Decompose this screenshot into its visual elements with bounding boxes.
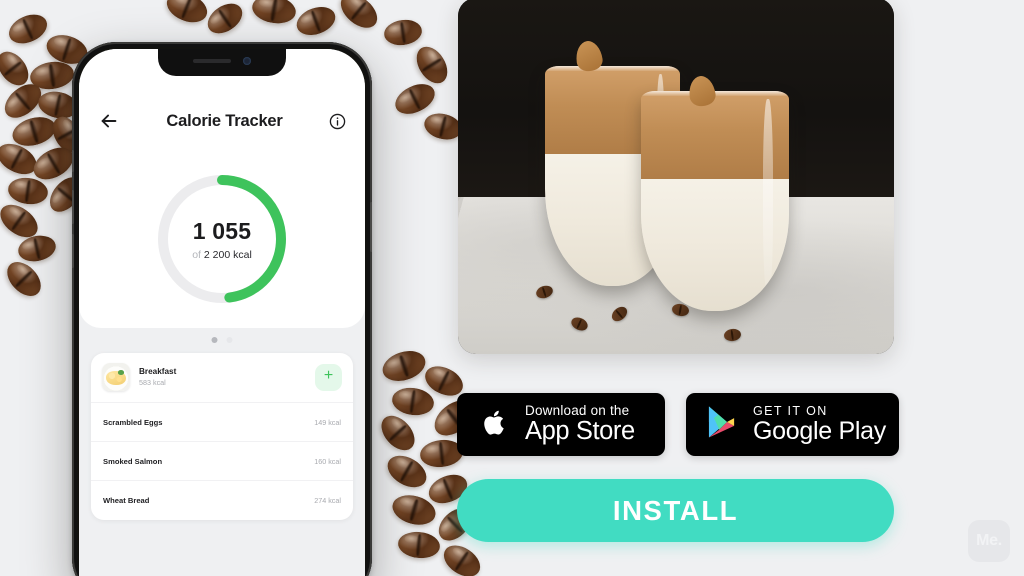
calorie-ring-labels: 1 055 of 2 200 kcal: [154, 171, 290, 307]
brand-watermark: Me.: [968, 520, 1010, 562]
page-title: Calorie Tracker: [166, 111, 283, 130]
phone-volume-down-button[interactable]: [72, 234, 74, 268]
pager-dot-1[interactable]: [211, 337, 218, 343]
calorie-goal-prefix: of: [192, 248, 201, 261]
food-kcal: 274 kcal: [314, 496, 341, 505]
calorie-goal: of 2 200 kcal: [192, 249, 252, 261]
phone-silent-switch[interactable]: [72, 150, 74, 172]
app-store-title: App Store: [525, 417, 635, 446]
dalgona-coffee-photo: [458, 0, 894, 354]
front-camera-icon: [243, 57, 251, 65]
scrambled-eggs-plate-icon: [102, 363, 130, 391]
meal-header-row[interactable]: Breakfast 583 kcal +: [91, 353, 353, 403]
table-row[interactable]: Smoked Salmon 160 kcal: [91, 442, 353, 481]
table-row[interactable]: Wheat Bread 274 kcal: [91, 481, 353, 520]
apple-logo-icon: [478, 406, 511, 444]
meal-card: Breakfast 583 kcal + Scrambled Eggs 149 …: [91, 353, 353, 520]
app-store-subtitle: Download on the: [525, 402, 630, 418]
pager-dot-2[interactable]: [226, 337, 233, 343]
phone-notch: [158, 49, 286, 76]
food-name: Wheat Bread: [103, 496, 150, 505]
back-arrow-icon[interactable]: [98, 110, 120, 132]
calorie-value: 1 055: [192, 217, 252, 244]
google-play-title: Google Play: [753, 417, 886, 446]
google-play-triangle-icon: [707, 405, 738, 444]
phone-power-button[interactable]: [370, 202, 372, 252]
food-name: Smoked Salmon: [103, 456, 163, 466]
phone-mockup: Calorie Tracker 1 055 of 2 200 kcal Brea…: [72, 42, 372, 576]
info-circle-icon[interactable]: [329, 113, 346, 130]
app-store-badge[interactable]: Download on the App Store: [457, 393, 665, 456]
install-button[interactable]: INSTALL: [457, 479, 894, 542]
ad-canvas: Calorie Tracker 1 055 of 2 200 kcal Brea…: [0, 0, 1024, 576]
food-kcal: 160 kcal: [314, 456, 341, 466]
phone-screen: Calorie Tracker 1 055 of 2 200 kcal Brea…: [79, 49, 365, 576]
calorie-goal-value: 2 200 kcal: [203, 248, 252, 261]
google-play-badge[interactable]: GET IT ON Google Play: [686, 393, 899, 456]
google-play-subtitle: GET IT ON: [753, 403, 828, 418]
meal-text-block: Breakfast 583 kcal: [130, 366, 315, 389]
app-store-text-block: Download on the App Store: [525, 403, 635, 446]
app-header: Calorie Tracker: [79, 104, 365, 138]
pager-dots[interactable]: [211, 337, 233, 343]
calorie-summary-card: Calorie Tracker 1 055 of 2 200 kcal: [79, 49, 365, 343]
store-badges: Download on the App Store GET IT ON Goog…: [457, 393, 899, 456]
table-row[interactable]: Scrambled Eggs 149 kcal: [91, 403, 353, 442]
google-play-text-block: GET IT ON Google Play: [753, 404, 886, 445]
food-kcal: 149 kcal: [314, 417, 341, 427]
meal-kcal: 583 kcal: [139, 377, 166, 387]
coffee-glass-front: [641, 90, 790, 312]
calorie-progress-ring: 1 055 of 2 200 kcal: [154, 171, 290, 307]
add-food-button[interactable]: +: [315, 363, 342, 391]
food-name: Scrambled Eggs: [103, 417, 163, 427]
phone-volume-up-button[interactable]: [72, 190, 74, 224]
earpiece-speaker-icon: [193, 59, 231, 63]
meal-name: Breakfast: [139, 366, 177, 376]
